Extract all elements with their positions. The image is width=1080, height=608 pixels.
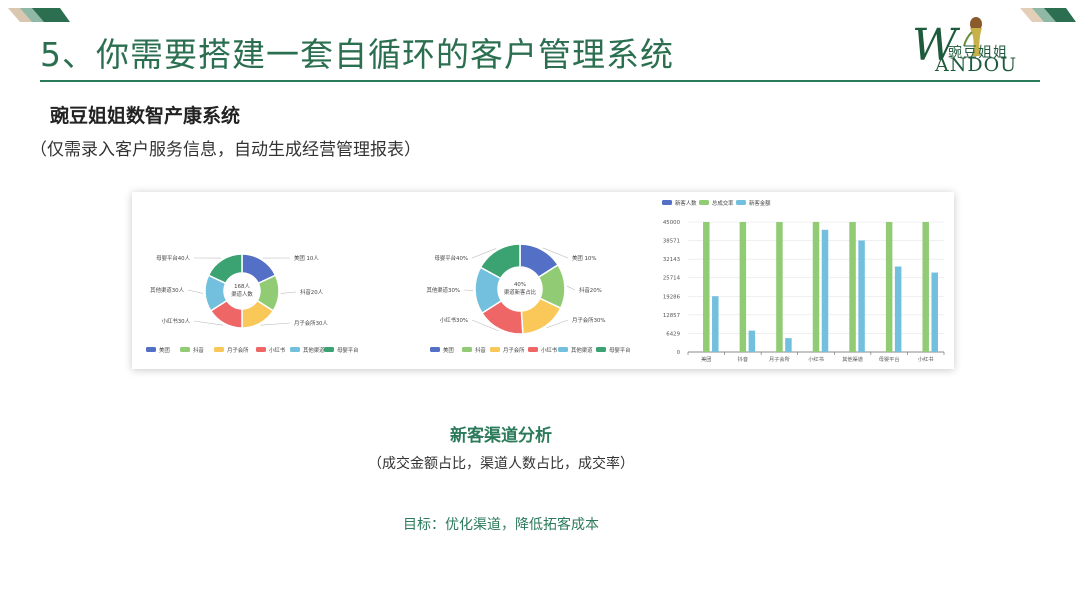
bar-x-tick-3: 小红书 [808, 355, 824, 363]
bar-2-1 [748, 330, 756, 352]
pie2-slice-label-0: 美团 10% [572, 254, 596, 262]
pie1-center-caption: 渠道人数 [231, 290, 253, 298]
bar-1-5 [885, 222, 893, 352]
pie2-center-value: 40% [514, 282, 526, 288]
pie2-leader-1 [566, 285, 576, 291]
title-divider [40, 80, 1040, 82]
bar-x-tick-1: 抖音 [738, 355, 748, 363]
bar-1-3 [812, 222, 820, 352]
pie2-slice-label-5: 母婴平台40% [434, 254, 468, 262]
pie1-legend-label-3: 小红书 [269, 346, 286, 354]
report-charts: 美团 10人抖音20人月子会所30人 小红书30人 其他渠道30人 母婴平台40人 16… [146, 199, 945, 363]
bar-y-tick-4: 25714 [663, 276, 681, 282]
pie2-legend-swatch-5 [596, 347, 606, 352]
bar-legend-label-1: 总成交率 [712, 199, 734, 207]
bar-x-tick-4: 其他渠道 [842, 355, 863, 363]
bar-2-0 [712, 296, 719, 352]
pie2-legend-label-5: 母婴平台 [609, 346, 631, 354]
pie2-legend-label-3: 小红书 [541, 346, 558, 354]
pie1-slice-label-5: 母婴平台40人 [156, 254, 190, 262]
pie1-slice-label-0: 美团 10人 [294, 254, 319, 262]
bar-y-tick-6: 38571 [663, 239, 680, 245]
bar-2-4 [858, 240, 865, 352]
bar-legend-label-0: 新客人数 [675, 199, 697, 207]
system-name: 豌豆姐姐数智产康系统 [50, 105, 241, 127]
pie1-legend-label-5: 母婴平台 [337, 346, 359, 354]
corner-stripes-left [8, 8, 70, 22]
pie1-leader-2 [260, 322, 291, 326]
logo-english-name: ANDOU [935, 54, 1018, 76]
bar-1-4 [849, 222, 856, 352]
pie1-legend-swatch-2 [214, 347, 224, 352]
pie1-legend-label-2: 月子会所 [227, 346, 249, 354]
bar-1-6 [922, 222, 929, 352]
caption-subtitle: （成交金额占比，渠道人数占比，成交率） [368, 456, 634, 472]
pie1-legend-swatch-1 [180, 347, 190, 352]
caption-title: 新客渠道分析 [450, 426, 552, 446]
pie2-legend-label-4: 其他渠道 [571, 346, 593, 354]
pie2-legend-swatch-1 [462, 347, 472, 352]
pie2-slice-label-1: 抖音20% [579, 286, 602, 294]
pie1-legend-label-0: 美团 [159, 346, 170, 354]
page-title: 5、你需要搭建一套自循环的客户管理系统 [40, 35, 674, 74]
pie1-slice-label-2: 月子会所30人 [294, 319, 328, 327]
bar-2-2 [785, 338, 792, 352]
bar-legend-label-2: 新客金额 [749, 199, 771, 207]
pie1-leader-3 [193, 320, 224, 326]
pie2-legend-swatch-4 [558, 347, 568, 352]
bar-y-tick-3: 19286 [663, 294, 681, 300]
bar-legend-swatch-0 [662, 200, 672, 205]
bar-1-0 [703, 222, 710, 352]
pie2-legend-label-1: 抖音 [475, 346, 486, 354]
pie1-legend-swatch-3 [256, 347, 266, 352]
bar-x-tick-0: 美团 [701, 355, 711, 363]
bar-x-tick-2: 月子会所 [769, 355, 790, 363]
bar-x-tick-6: 小红书 [918, 355, 934, 363]
bar-x-tick-5: 母婴平台 [879, 355, 900, 363]
bar-y-tick-2: 12857 [663, 313, 680, 319]
bar-y-tick-5: 32143 [663, 257, 680, 263]
pie2-legend-label-2: 月子会所 [503, 346, 525, 354]
bar-legend-swatch-1 [699, 200, 709, 205]
bar-2-3 [821, 229, 829, 352]
goal-text: 目标：优化渠道，降低拓客成本 [403, 517, 599, 533]
bar-y-tick-0: 0 [677, 350, 681, 356]
pie2-legend-swatch-2 [490, 347, 500, 352]
pie1-slice-label-3: 小红书30人 [162, 317, 191, 325]
pie1-legend-swatch-5 [324, 347, 334, 352]
pie1-leader-4 [187, 289, 204, 294]
bar-2-5 [894, 266, 902, 352]
pie1-slice-label-4: 其他渠道30人 [150, 286, 184, 294]
pie2-legend-swatch-0 [430, 347, 440, 352]
pie1-legend-swatch-4 [290, 347, 300, 352]
pie1-legend-swatch-0 [146, 347, 156, 352]
bar-1-2 [776, 222, 783, 352]
bar-y-tick-1: 6429 [666, 331, 680, 337]
pie2-center-caption: 渠道新客占比 [504, 288, 537, 296]
bar-y-tick-7: 45000 [663, 220, 681, 226]
pie1-slice-label-1: 抖音20人 [300, 288, 324, 296]
bar-1-1 [739, 222, 747, 352]
pie2-slice-label-3: 小红书30% [440, 316, 468, 324]
bar-2-6 [931, 272, 938, 352]
system-note: （仅需录入客户服务信息，自动生成经营管理报表） [30, 140, 421, 160]
pie1-leader-1 [280, 291, 297, 294]
pie2-slice-label-2: 月子会所30% [572, 316, 606, 324]
report-panel: 美团 10人抖音20人月子会所30人 小红书30人 其他渠道30人 母婴平台40人 16… [132, 192, 954, 369]
pie1-center-value: 168人 [234, 283, 250, 290]
pie2-slice-label-4: 其他渠道30% [426, 286, 460, 294]
pie1-legend-label-4: 其他渠道 [303, 346, 325, 354]
pie2-legend-swatch-3 [528, 347, 538, 352]
pie1-legend-label-1: 抖音 [193, 346, 204, 354]
pie2-legend-label-0: 美团 [443, 346, 454, 354]
bar-legend-swatch-2 [736, 200, 746, 205]
